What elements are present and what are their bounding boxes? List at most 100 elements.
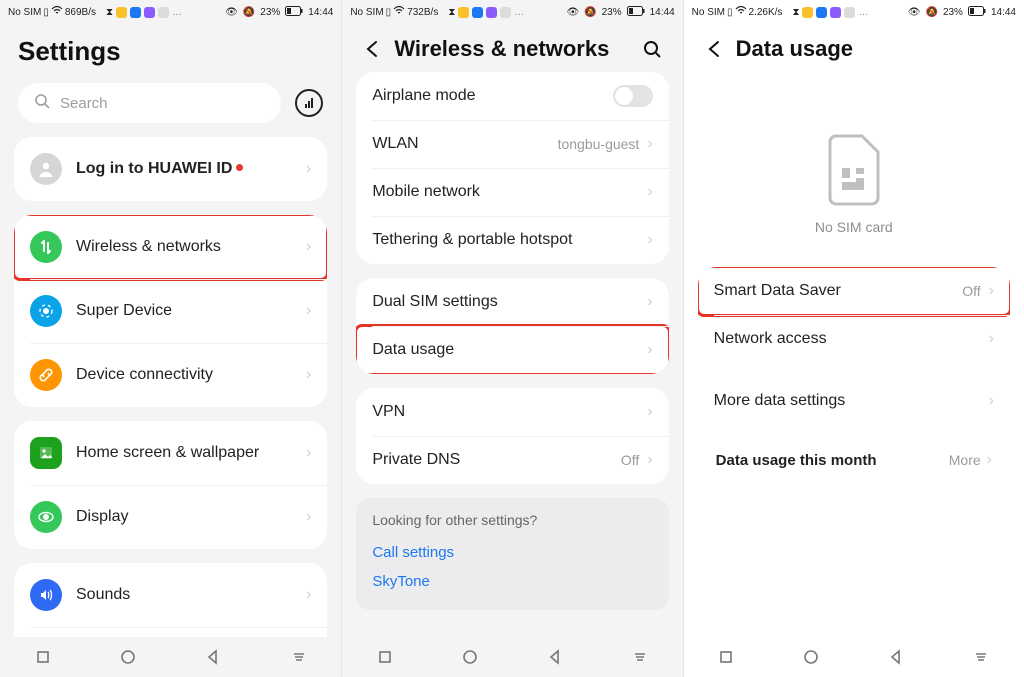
nav-bar [342, 637, 682, 677]
hourglass-icon: ⧗ [792, 7, 799, 18]
row-network-access[interactable]: Network access › [698, 315, 1010, 363]
chevron-right-icon: › [645, 404, 652, 420]
back-button[interactable] [360, 36, 386, 62]
sound-icon [30, 579, 62, 611]
status-bar: No SIM ▯ 732B/s ⧗ … 👁 🔕 23% 14:44 [342, 0, 682, 22]
row-private-dns[interactable]: Private DNS Off › [356, 436, 668, 484]
battery-pct: 23% [943, 7, 963, 18]
nav-menu-icon[interactable] [971, 647, 991, 667]
login-row[interactable]: Log in to HUAWEI ID › [14, 137, 327, 201]
nav-back-icon[interactable] [203, 647, 223, 667]
hint-link-skytone[interactable]: SkyTone [372, 567, 652, 596]
chevron-right-icon: › [645, 294, 652, 310]
chevron-right-icon: › [987, 451, 992, 469]
settings-item-sounds[interactable]: Sounds › [14, 563, 327, 627]
data-rate: 732B/s [407, 7, 438, 18]
no-sim-block: No SIM card [698, 78, 1010, 267]
row-label: Private DNS [372, 451, 460, 469]
row-tethering[interactable]: Tethering & portable hotspot › [356, 216, 668, 264]
row-label: Device connectivity [76, 366, 213, 384]
status-app-icon [158, 7, 169, 18]
chevron-right-icon: › [645, 232, 652, 248]
row-airplane-mode[interactable]: Airplane mode [356, 72, 668, 120]
row-value: tongbu-guest [558, 136, 646, 152]
settings-item-wireless[interactable]: Wireless & networks › [14, 215, 327, 279]
chevron-right-icon: › [645, 452, 652, 468]
row-label: Display [76, 508, 128, 526]
nav-home-icon[interactable] [118, 647, 138, 667]
chevron-right-icon: › [304, 303, 311, 319]
status-bar: No SIM ▯ 869B/s ⧗ … 👁 🔕 23% 14:44 [0, 0, 341, 22]
nav-recent-icon[interactable] [716, 647, 736, 667]
row-vpn[interactable]: VPN › [356, 388, 668, 436]
login-label: Log in to HUAWEI ID [76, 160, 243, 178]
other-settings-hint: Looking for other settings? Call setting… [356, 498, 668, 610]
row-label: Wireless & networks [76, 238, 221, 256]
nav-recent-icon[interactable] [375, 647, 395, 667]
wifi-icon [393, 6, 405, 19]
row-dual-sim[interactable]: Dual SIM settings › [356, 278, 668, 326]
row-label: Airplane mode [372, 87, 475, 105]
sim-slot-icon: ▯ [727, 7, 733, 18]
settings-list: Log in to HUAWEI ID › Wireless & network… [0, 137, 341, 637]
hourglass-icon: ⧗ [106, 7, 113, 18]
row-mobile-network[interactable]: Mobile network › [356, 168, 668, 216]
more-dots-icon: … [514, 7, 524, 18]
search-input[interactable]: Search [18, 83, 281, 123]
row-data-usage[interactable]: Data usage › [356, 326, 668, 374]
header: Data usage [684, 22, 1024, 72]
nav-bar [684, 637, 1024, 677]
nav-recent-icon[interactable] [33, 647, 53, 667]
data-rate: 2.26K/s [749, 7, 783, 18]
row-label: Dual SIM settings [372, 293, 497, 311]
settings-item-connectivity[interactable]: Device connectivity › [14, 343, 327, 407]
row-value: Off [962, 283, 986, 299]
more-dots-icon: … [172, 7, 182, 18]
chevron-right-icon: › [304, 587, 311, 603]
row-smart-data-saver[interactable]: Smart Data Saver Off › [698, 267, 1010, 315]
settings-item-home-screen[interactable]: Home screen & wallpaper › [14, 421, 327, 485]
status-app-icon [816, 7, 827, 18]
row-label: Network access [714, 330, 827, 348]
nav-home-icon[interactable] [801, 647, 821, 667]
nav-back-icon[interactable] [886, 647, 906, 667]
status-app-icon [472, 7, 483, 18]
clock-text: 14:44 [308, 7, 333, 18]
screen-settings: No SIM ▯ 869B/s ⧗ … 👁 🔕 23% 14:44 Settin [0, 0, 341, 677]
chevron-right-icon: › [987, 283, 994, 299]
page-title: Wireless & networks [394, 36, 609, 62]
settings-item-display[interactable]: Display › [14, 485, 327, 549]
nav-home-icon[interactable] [460, 647, 480, 667]
data-usage-content: No SIM card Smart Data Saver Off › Netwo… [684, 72, 1024, 637]
row-wlan[interactable]: WLAN tongbu-guest › [356, 120, 668, 168]
sim-slot-icon: ▯ [43, 7, 49, 18]
avatar-icon [30, 153, 62, 185]
wifi-icon [735, 6, 747, 19]
settings-item-super-device[interactable]: Super Device › [14, 279, 327, 343]
status-app-icon [802, 7, 813, 18]
row-label: More data settings [714, 392, 846, 410]
row-label: Super Device [76, 302, 172, 320]
nav-back-icon[interactable] [545, 647, 565, 667]
hint-link-call-settings[interactable]: Call settings [372, 538, 652, 567]
status-app-icon [130, 7, 141, 18]
row-more-data-settings[interactable]: More data settings › [698, 377, 1010, 425]
settings-item-notifications[interactable]: Notifications › [14, 627, 327, 637]
status-app-icon [144, 7, 155, 18]
back-button[interactable] [702, 36, 728, 62]
search-button[interactable] [639, 36, 665, 62]
nav-menu-icon[interactable] [289, 647, 309, 667]
wireless-list: Airplane mode WLAN tongbu-guest › Mobile… [342, 72, 682, 637]
chevron-right-icon: › [645, 184, 652, 200]
sim-slot-icon: ▯ [386, 7, 392, 18]
header: Wireless & networks [342, 22, 682, 72]
display-icon [30, 501, 62, 533]
nav-menu-icon[interactable] [630, 647, 650, 667]
screen-wireless-networks: No SIM ▯ 732B/s ⧗ … 👁 🔕 23% 14:44 Wirele… [341, 0, 682, 677]
eye-icon: 👁 [908, 7, 921, 18]
row-data-usage-month[interactable]: Data usage this month More › [698, 439, 1010, 481]
sim-card-icon [822, 132, 886, 206]
chevron-right-icon: › [304, 509, 311, 525]
airplane-toggle[interactable] [613, 85, 653, 107]
quick-access-button[interactable] [295, 89, 323, 117]
